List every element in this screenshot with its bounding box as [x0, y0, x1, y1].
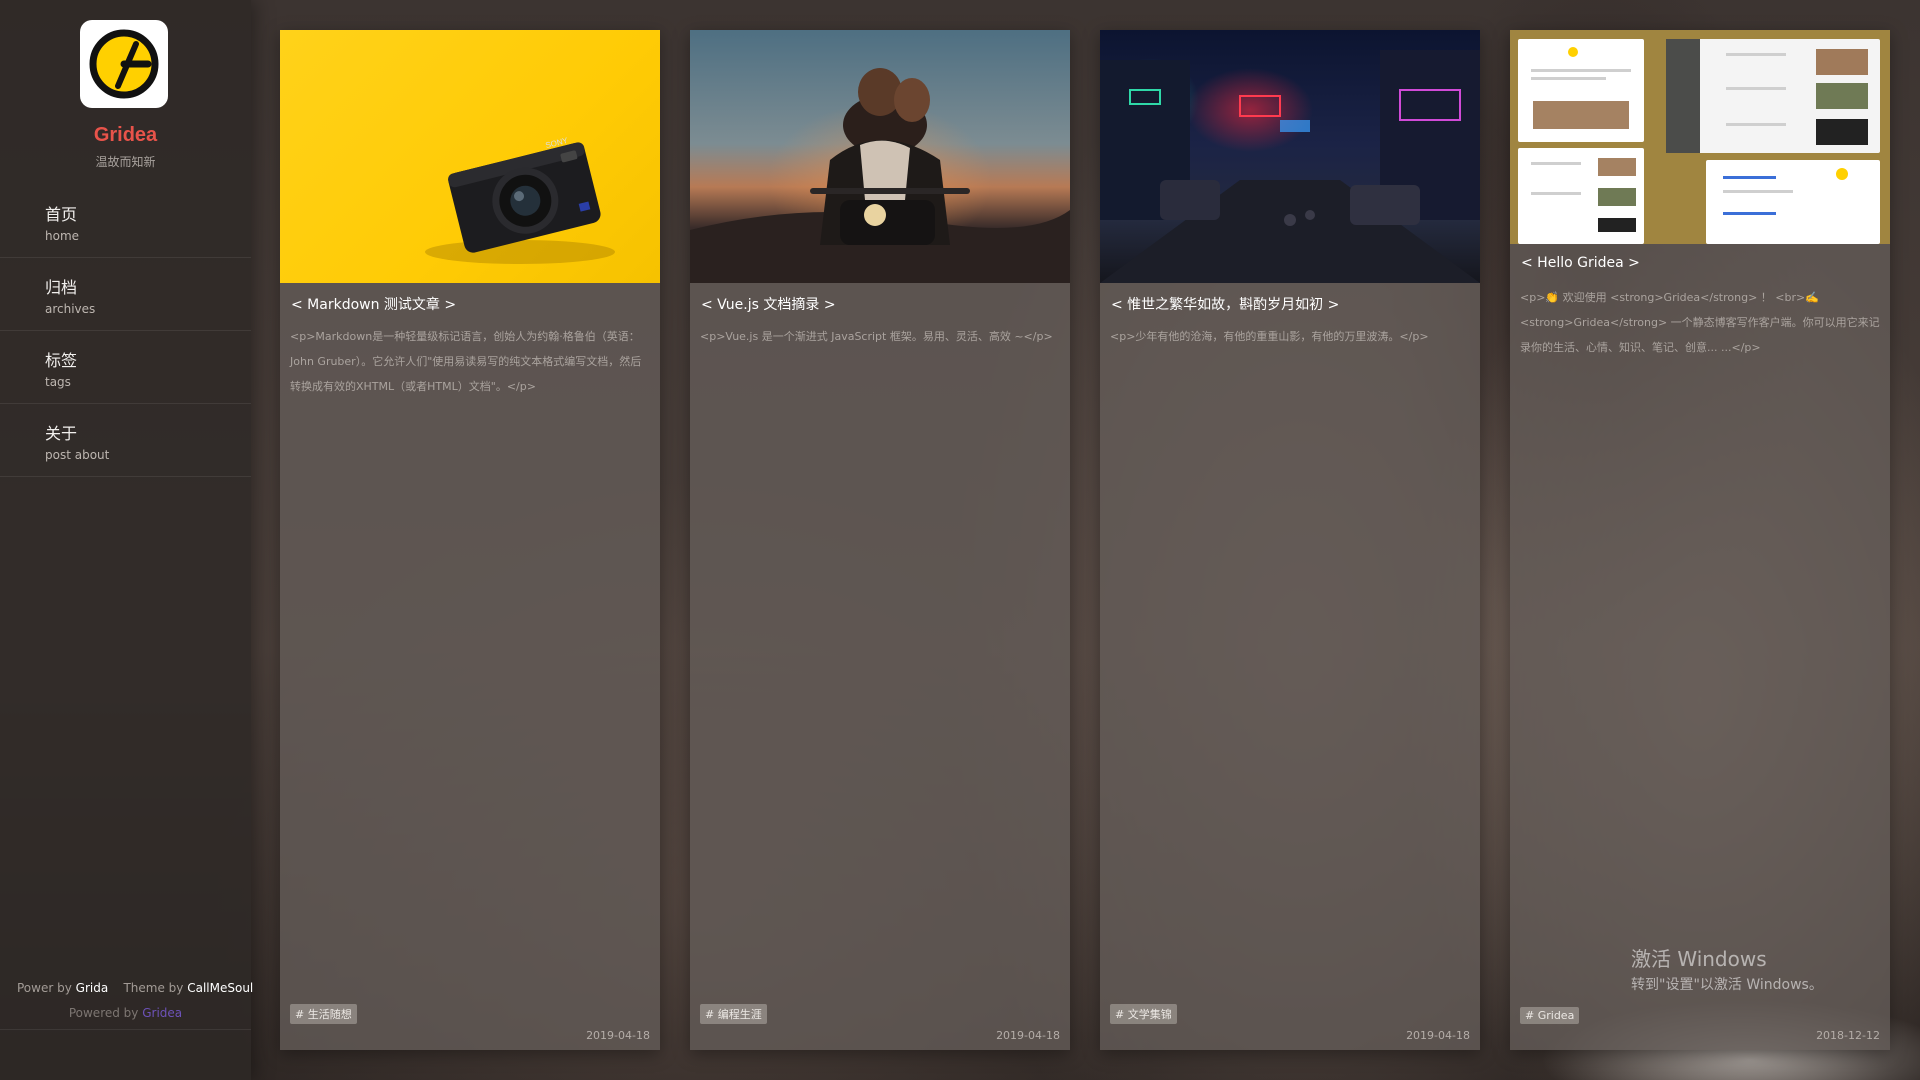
post-excerpt: <p>少年有他的沧海，有他的重重山影，有他的万里波涛。</p> — [1110, 330, 1429, 343]
gridea-logo-icon — [89, 29, 159, 99]
post-cover-image[interactable] — [1510, 30, 1890, 244]
post-excerpt: <p>Vue.js 是一个渐进式 JavaScript 框架。易用、灵活、高效 … — [700, 330, 1053, 343]
nav-item-home[interactable]: 首页 home — [0, 185, 251, 258]
camera-icon: SONY — [425, 136, 615, 264]
post-cover-image[interactable] — [1100, 30, 1480, 283]
nav-label: 归档 — [45, 278, 78, 297]
post-title[interactable]: < Vue.js 文档摘录 > — [701, 294, 836, 314]
post-cover-image[interactable]: SONY — [280, 30, 660, 283]
footer-theme-link[interactable]: CallMeSoul — [187, 981, 253, 995]
site-logo[interactable] — [80, 20, 168, 108]
nav-label: 标签 — [45, 351, 78, 370]
post-title[interactable]: < 惟世之繁华如故，斟酌岁月如初 > — [1111, 294, 1339, 314]
post-date: 2019-04-18 — [1406, 1029, 1470, 1042]
nav-sublabel: home — [45, 229, 80, 243]
post-title[interactable]: < Markdown 测试文章 > — [291, 294, 456, 314]
footer-powered-prefix: Powered by — [68, 1006, 139, 1020]
screenshot-thumb — [1666, 39, 1880, 153]
post-tag[interactable]: # 生活随想 — [290, 1004, 357, 1024]
post-title[interactable]: < Hello Gridea > — [1521, 255, 1640, 271]
screenshot-thumb — [1706, 160, 1880, 244]
post-date: 2018-12-12 — [1816, 1029, 1880, 1042]
nav-label: 关于 — [45, 424, 78, 443]
nav-label: 首页 — [45, 205, 78, 224]
footer-theme-prefix: Theme by — [123, 981, 184, 995]
watermark-title: 激活 Windows — [1631, 947, 1767, 971]
post-excerpt: <p>Markdown是一种轻量级标记语言，创始人为约翰·格鲁伯（英语：John… — [290, 330, 642, 393]
post-tag[interactable]: # 文学集锦 — [1110, 1004, 1177, 1024]
windows-activation-watermark: 激活 Windows 转到"设置"以激活 Windows。 — [1631, 943, 1823, 994]
post-card[interactable]: SONY < Markdown 测试文章 > <p>Markdown是一种轻量级… — [280, 30, 660, 1050]
nav-item-tags[interactable]: 标签 tags — [0, 331, 251, 404]
nav-sublabel: post about — [45, 448, 110, 462]
main-nav: 首页 home 归档 archives 标签 tags 关于 post abou… — [0, 185, 251, 477]
post-tag[interactable]: # Gridea — [1520, 1007, 1580, 1024]
sidebar: Gridea 温故而知新 首页 home 归档 archives 标签 tags… — [0, 0, 253, 1080]
post-card[interactable]: < 惟世之繁华如故，斟酌岁月如初 > <p>少年有他的沧海，有他的重重山影，有他… — [1100, 30, 1480, 1050]
footer-credits: Power by Grida Theme by CallMeSoul — [17, 981, 253, 995]
footer-power-link[interactable]: Grida — [76, 981, 109, 995]
watermark-subtitle: 转到"设置"以激活 Windows。 — [1631, 977, 1823, 993]
motorcycle-illustration — [690, 68, 1070, 283]
post-tag[interactable]: # 编程生涯 — [700, 1004, 767, 1024]
screenshot-thumb — [1518, 39, 1644, 142]
nav-sublabel: tags — [45, 375, 71, 389]
footer-powered: Powered by Gridea — [0, 1006, 251, 1020]
post-card[interactable]: < Hello Gridea > <p>👏 欢迎使用 <strong>Gride… — [1510, 30, 1890, 1050]
footer-power-prefix: Power by — [17, 981, 72, 995]
nav-item-about[interactable]: 关于 post about — [0, 404, 251, 477]
post-date: 2019-04-18 — [586, 1029, 650, 1042]
footer-powered-link[interactable]: Gridea — [142, 1006, 182, 1020]
site-name[interactable]: Gridea — [0, 124, 251, 147]
neon-street-illustration — [1100, 50, 1480, 283]
site-description: 温故而知新 — [95, 155, 156, 169]
post-cover-image[interactable] — [690, 30, 1070, 283]
nav-item-archives[interactable]: 归档 archives — [0, 258, 251, 331]
screenshot-thumb — [1518, 148, 1644, 244]
nav-sublabel: archives — [45, 302, 96, 316]
post-date: 2019-04-18 — [996, 1029, 1060, 1042]
post-excerpt: <p>👏 欢迎使用 <strong>Gridea</strong> ！ <br>… — [1520, 291, 1880, 354]
sidebar-divider — [0, 1029, 251, 1030]
post-card[interactable]: < Vue.js 文档摘录 > <p>Vue.js 是一个渐进式 JavaScr… — [690, 30, 1070, 1050]
